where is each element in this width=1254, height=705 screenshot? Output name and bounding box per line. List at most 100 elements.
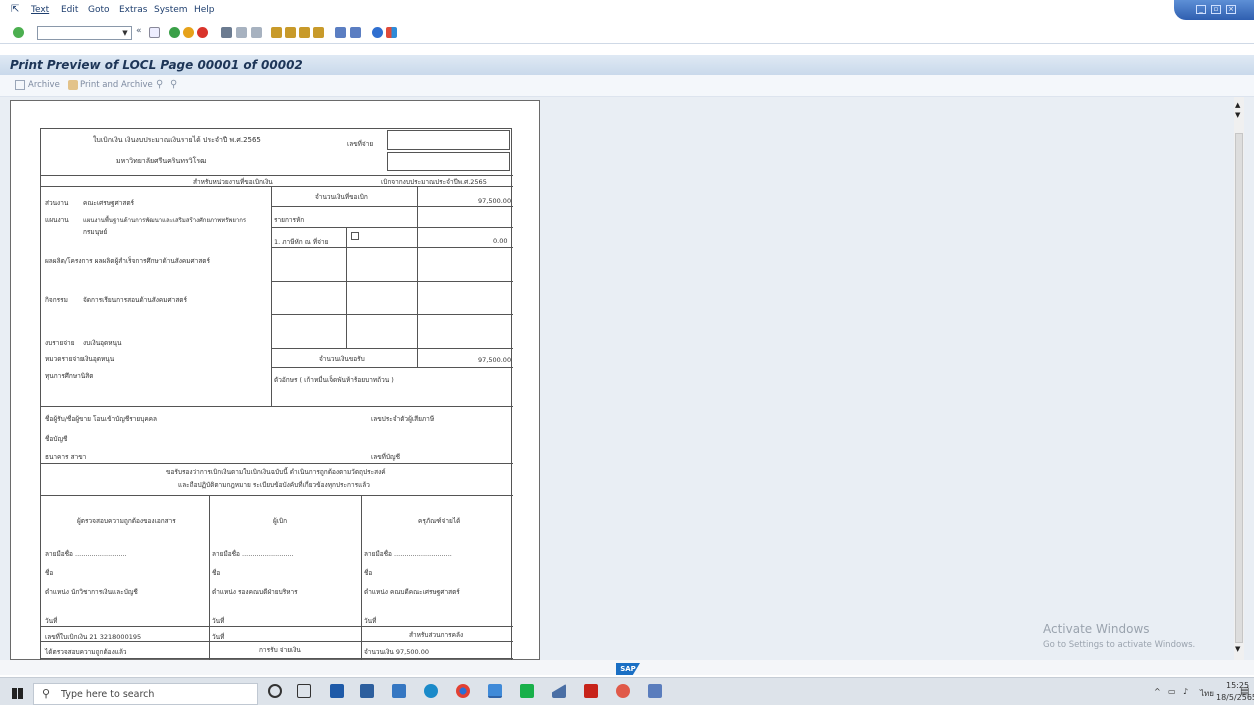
application-toolbar: Archive Print and Archive ⚲ ⚲ — [0, 75, 1254, 97]
budget-year-label: เบิกจากงบประมาณประจำปีพ.ศ.2565 — [381, 178, 487, 186]
zoom-out-icon[interactable]: ⚲ — [170, 79, 177, 90]
cortana-icon[interactable] — [268, 684, 282, 698]
scroll-up2-icon[interactable]: ▼ — [1235, 111, 1240, 119]
enter-icon[interactable] — [13, 27, 24, 38]
layout-icon[interactable] — [386, 27, 397, 38]
menu-goto[interactable]: Goto — [88, 5, 110, 15]
system-toolbar: ▼ « — [0, 22, 1254, 44]
minimize-icon[interactable]: _ — [1196, 5, 1206, 14]
save-icon[interactable] — [149, 27, 160, 38]
chevron-down-icon[interactable]: ▼ — [120, 28, 130, 38]
checker-sign: ลายมือชื่อ ......................... — [45, 550, 127, 558]
tray-chevron-icon[interactable]: ^ — [1154, 687, 1161, 696]
exit-icon[interactable] — [183, 27, 194, 38]
net-amount-label: จำนวนเงินขอรับ — [319, 355, 365, 363]
deduction-label: รายการหัก — [274, 216, 305, 224]
taskbar-search-input[interactable]: ⚲ Type here to search — [33, 683, 258, 705]
title-bar: Print Preview of LOCL Page 00001 of 0000… — [0, 55, 1254, 75]
page-title: Print Preview of LOCL Page 00001 of 0000… — [10, 58, 303, 72]
menu-text[interactable]: Text — [31, 5, 49, 15]
certify-line-2: และถือปฏิบัติตามกฎหมาย ระเบียบข้อบังคับท… — [178, 481, 370, 489]
new-session-icon[interactable] — [335, 27, 346, 38]
approver-title: ครุภัณฑ์จ่ายได้ — [418, 517, 461, 525]
doc-no-label: เลขที่จ่าย — [347, 140, 374, 148]
file-explorer-icon[interactable] — [330, 684, 344, 698]
activity-label: กิจกรรม — [45, 296, 68, 304]
menu-edit[interactable]: Edit — [61, 5, 78, 15]
agency-label: ส่วนงาน — [45, 199, 69, 207]
task-view-icon[interactable] — [297, 684, 311, 698]
find-next-icon[interactable] — [251, 27, 262, 38]
next-page-icon[interactable] — [299, 27, 310, 38]
checker-title: ผู้ตรวจสอบความถูกต้องของเอกสาร — [77, 517, 176, 525]
edge-icon[interactable] — [424, 684, 438, 698]
zoom-in-icon[interactable]: ⚲ — [156, 79, 163, 90]
input-language[interactable]: ไทย — [1200, 687, 1214, 700]
plan-label: แผนงาน — [45, 216, 69, 224]
archive-button[interactable]: Archive — [28, 80, 60, 90]
back-icon[interactable] — [169, 27, 180, 38]
paint-icon[interactable] — [616, 684, 630, 698]
store-icon[interactable] — [392, 684, 406, 698]
window-controls: _ ▫ × — [1174, 0, 1254, 20]
help-icon[interactable] — [372, 27, 383, 38]
withholding-label: 1. ภาษีหัก ณ ที่จ่าย — [274, 238, 329, 246]
windows-start-icon[interactable] — [12, 688, 23, 699]
menu-help[interactable]: Help — [194, 5, 215, 15]
fund-label: ทุนการศึกษานิสิต — [45, 372, 94, 380]
first-page-icon[interactable] — [271, 27, 282, 38]
volume-icon[interactable]: ♪ — [1183, 687, 1188, 696]
find-icon[interactable] — [236, 27, 247, 38]
checker-name: ชื่อ — [45, 569, 54, 577]
requester-name: ชื่อ — [212, 569, 221, 577]
scroll-thumb[interactable] — [1235, 133, 1243, 643]
approver-position: ตำแหน่ง คณบดีคณะเศรษฐศาสตร์ — [364, 588, 460, 596]
net-amount-value: 97,500.00 — [478, 356, 512, 364]
maximize-icon[interactable]: ▫ — [1211, 5, 1221, 14]
prev-page-icon[interactable] — [285, 27, 296, 38]
print-archive-button[interactable]: Print and Archive — [80, 80, 153, 90]
vertical-scrollbar[interactable]: ▲ ▼ ▼ — [1234, 97, 1244, 660]
withholding-checkbox[interactable] — [351, 232, 359, 240]
approver-name: ชื่อ — [364, 569, 373, 577]
scroll-down-icon[interactable]: ▼ — [1235, 645, 1240, 653]
calculator-icon[interactable] — [360, 684, 374, 698]
budget-type-value: งบเงินอุดหนุน — [83, 339, 122, 347]
line-icon[interactable] — [520, 684, 534, 698]
last-page-icon[interactable] — [313, 27, 324, 38]
scroll-up-icon[interactable]: ▲ — [1235, 101, 1240, 109]
acrobat-icon[interactable] — [584, 684, 598, 698]
network-icon[interactable]: ▭ — [1168, 687, 1176, 696]
sap-window-icon[interactable]: ⇱ — [11, 4, 19, 15]
withholding-value: 0.00 — [493, 237, 508, 245]
amount-words-label: ตัวอักษร ( เก้าหมื่นเจ็ดพันห้าร้อยบาทถ้ว… — [274, 376, 394, 384]
account-name-label: ชื่อบัญชี — [45, 435, 68, 443]
archive-icon[interactable] — [15, 80, 25, 90]
print-archive-icon[interactable] — [68, 80, 78, 90]
amount-cut-label: จำนวนเงิน 97,500.00 — [364, 648, 429, 656]
menu-extras[interactable]: Extras — [119, 5, 147, 15]
activity-value: จัดการเรียนการสอนด้านสังคมศาสตร์ — [83, 296, 188, 304]
search-placeholder: Type here to search — [61, 689, 155, 700]
chrome-icon[interactable] — [456, 684, 470, 698]
notification-icon[interactable]: ▤ — [1240, 686, 1249, 697]
collapse-icon[interactable]: « — [136, 26, 142, 36]
menu-system[interactable]: System — [154, 5, 188, 15]
shortcut-icon[interactable] — [350, 27, 361, 38]
command-field[interactable]: ▼ — [37, 26, 132, 40]
app-icon[interactable] — [648, 684, 662, 698]
checker-position: ตำแหน่ง นักวิชาการเงินและบัญชี — [45, 588, 138, 596]
cancel-icon[interactable] — [197, 27, 208, 38]
expense-cat-label: หมวดรายจ่าย — [45, 355, 84, 363]
checker-date: วันที่ — [45, 617, 58, 625]
close-icon[interactable]: × — [1226, 5, 1236, 14]
ref-number: เลขที่ใบเบิกเงิน 21 3218000195 — [45, 633, 142, 641]
sap-logon-icon[interactable] — [488, 684, 502, 698]
print-icon[interactable] — [221, 27, 232, 38]
project-label: ผลผลิต/โครงการ ผลผลิตผู้สำเร็จการศึกษาด้… — [45, 257, 211, 265]
university-name: มหาวิทยาลัยศรีนครินทรวิโรฒ — [116, 157, 207, 165]
expense-cat-value: เงินอุดหนุน — [83, 355, 115, 363]
amount-requested-value: 97,500.00 — [478, 197, 512, 205]
budget-type-label: งบรายจ่าย — [45, 339, 75, 347]
plan-value: แผนงานพื้นฐานด้านการพัฒนาและเสริมสร้างศั… — [83, 217, 247, 224]
